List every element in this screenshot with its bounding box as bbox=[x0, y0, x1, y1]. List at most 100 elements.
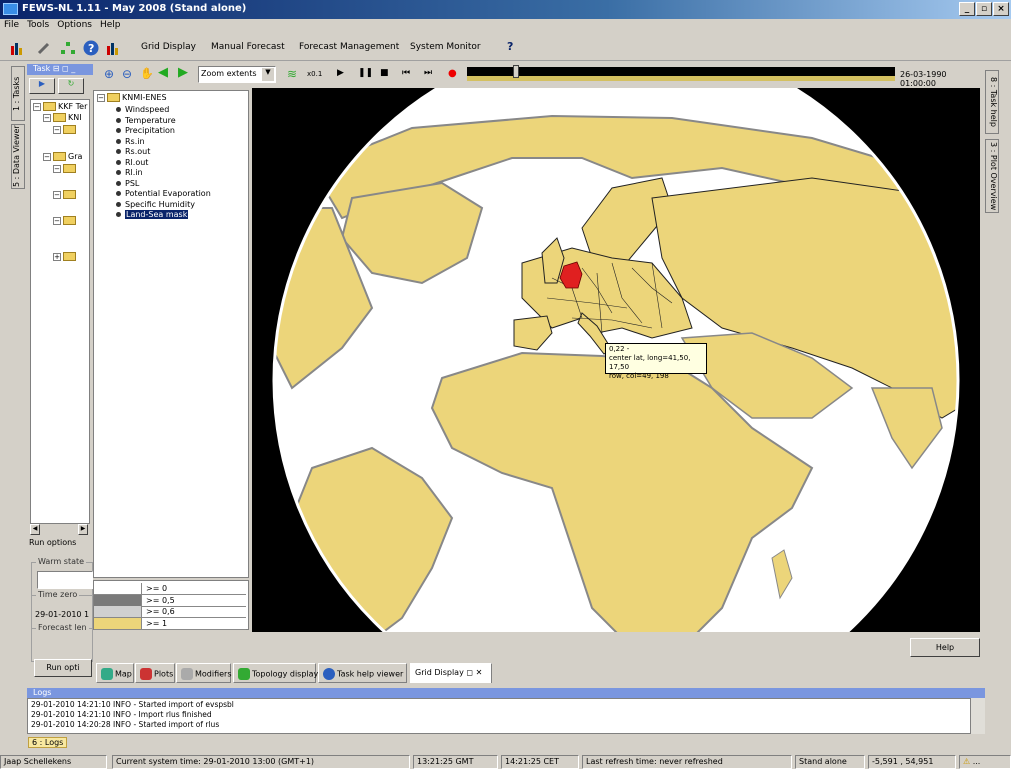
system-monitor-button[interactable]: System Monitor bbox=[410, 42, 481, 52]
parameter-item[interactable]: Potential Evaporation bbox=[116, 189, 211, 198]
tab-task-help[interactable]: 8 : Task help bbox=[985, 70, 999, 134]
menu-options[interactable]: Options bbox=[53, 19, 96, 31]
animate-icon[interactable]: ≋ bbox=[287, 67, 297, 81]
legend-swatch bbox=[94, 583, 142, 594]
window-title: FEWS-NL 1.11 - May 2008 (Stand alone) bbox=[22, 3, 247, 14]
status-warning-text: ... bbox=[972, 757, 981, 766]
menu-file[interactable]: File bbox=[0, 19, 23, 31]
bullet-icon bbox=[116, 159, 121, 165]
scroll-right-button[interactable]: ▶ bbox=[78, 524, 88, 535]
topology-icon[interactable] bbox=[60, 40, 76, 56]
scroll-left-button[interactable]: ◀ bbox=[30, 524, 40, 535]
pause-icon[interactable]: ❚❚ bbox=[358, 68, 373, 78]
parameter-label: Rl.out bbox=[125, 157, 149, 167]
minimize-button[interactable]: _ bbox=[959, 2, 975, 16]
stop-icon[interactable]: ■ bbox=[380, 68, 389, 78]
tree-node-sub5[interactable]: + bbox=[53, 252, 78, 261]
parameter-label: Precipitation bbox=[125, 126, 176, 135]
tree-node-sub4[interactable]: − bbox=[53, 216, 78, 225]
log-line: 29-01-2010 14:20:28 INFO - Started impor… bbox=[31, 720, 220, 729]
tooltip-line-2: center lat, long=41,50, 17,50 bbox=[609, 354, 691, 371]
refresh-task-button[interactable]: ↻ bbox=[58, 78, 84, 94]
tab-data-viewer[interactable]: 5 : Data Viewer bbox=[11, 124, 25, 189]
parameter-item[interactable]: Precipitation bbox=[116, 126, 175, 135]
help-button[interactable]: Help bbox=[910, 638, 980, 657]
tree-node-kkf[interactable]: − KKF Ter bbox=[33, 102, 87, 111]
back-arrow-icon[interactable]: ◀ bbox=[158, 65, 168, 80]
forward-arrow-icon[interactable]: ▶ bbox=[178, 65, 188, 80]
restore-icon[interactable]: ◻ bbox=[466, 668, 473, 677]
chart-icon[interactable] bbox=[10, 40, 26, 56]
help-question-icon[interactable]: ? bbox=[507, 40, 513, 53]
run-options-button[interactable]: Run opti bbox=[34, 659, 92, 677]
zoom-in-icon[interactable]: ⊕ bbox=[104, 67, 114, 81]
help-tab-icon bbox=[323, 668, 335, 680]
run-task-button[interactable]: ▶ bbox=[29, 78, 55, 94]
tab-map[interactable]: Map bbox=[96, 663, 134, 683]
time-slider-track[interactable] bbox=[467, 67, 895, 76]
zoom-out-icon[interactable]: ⊖ bbox=[122, 67, 132, 81]
grid-display-button[interactable]: Grid Display bbox=[141, 42, 196, 52]
zoom-select-value: Zoom extents bbox=[201, 69, 257, 78]
status-warning[interactable]: ⚠ ... bbox=[959, 755, 1011, 769]
tree-node-sub2[interactable]: − bbox=[53, 164, 78, 173]
step-back-icon[interactable]: ⏮ bbox=[402, 68, 410, 78]
tab-tasks[interactable]: 1 : Tasks bbox=[11, 66, 25, 121]
menu-help[interactable]: Help bbox=[96, 19, 125, 31]
parameter-item[interactable]: Rl.out bbox=[116, 158, 148, 167]
tab-plots[interactable]: Plots bbox=[135, 663, 175, 683]
legend-row: >= 1 bbox=[94, 617, 246, 630]
tab-grid-display[interactable]: Grid Display ◻ ✕ bbox=[410, 663, 492, 683]
wrench-icon[interactable] bbox=[36, 40, 52, 56]
parameter-item[interactable]: Specific Humidity bbox=[116, 200, 195, 209]
tab-topology-display[interactable]: Topology display bbox=[233, 663, 318, 683]
parameter-item[interactable]: Rs.in bbox=[116, 137, 145, 146]
tree-node-sub3[interactable]: − bbox=[53, 190, 78, 199]
map-view[interactable]: 0,22 - center lat, long=41,50, 17,50 row… bbox=[252, 88, 980, 632]
step-forward-icon[interactable]: ⏭ bbox=[424, 68, 432, 78]
parameter-item[interactable]: Rl.in bbox=[116, 168, 143, 177]
time-slider-thumb[interactable] bbox=[513, 65, 519, 78]
tab-task-help-viewer[interactable]: Task help viewer bbox=[318, 663, 407, 683]
forecast-management-button[interactable]: Forecast Management bbox=[299, 42, 399, 52]
parameter-item[interactable]: Temperature bbox=[116, 116, 176, 125]
close-button[interactable]: × bbox=[993, 2, 1009, 16]
time-zero-value[interactable]: 29-01-2010 1 bbox=[35, 610, 89, 619]
status-refresh: Last refresh time: never refreshed bbox=[582, 755, 792, 769]
menu-bar: File Tools Options Help bbox=[0, 19, 1011, 35]
help-circle-icon[interactable]: ? bbox=[83, 40, 99, 56]
tree-node-gra[interactable]: − Gra bbox=[43, 152, 82, 161]
main-toolbar: ? Grid Display Manual Forecast Forecast … bbox=[0, 35, 1011, 61]
parameter-item[interactable]: Windspeed bbox=[116, 105, 169, 114]
plots-icon[interactable] bbox=[106, 40, 122, 56]
close-tab-icon[interactable]: ✕ bbox=[476, 668, 483, 677]
parameter-item[interactable]: Rs.out bbox=[116, 147, 150, 156]
speed-label[interactable]: x0.1 bbox=[307, 70, 322, 78]
tree-node-sub1[interactable]: − bbox=[53, 125, 78, 134]
task-tree-scrollbar[interactable]: ◀ ▶ bbox=[30, 523, 90, 535]
chevron-down-icon[interactable]: ▼ bbox=[262, 68, 274, 81]
menu-tools[interactable]: Tools bbox=[23, 19, 53, 31]
tree-node-knmi[interactable]: − KNI bbox=[43, 113, 82, 122]
manual-forecast-button[interactable]: Manual Forecast bbox=[211, 42, 285, 52]
forecast-length-label: Forecast len bbox=[36, 623, 89, 632]
bullet-icon bbox=[116, 212, 121, 217]
parameter-item[interactable]: PSL bbox=[116, 179, 139, 188]
tab-plot-overview[interactable]: 3 : Plot Overview bbox=[985, 139, 999, 213]
legend-row: >= 0,6 bbox=[94, 606, 246, 618]
bullet-icon bbox=[116, 138, 121, 144]
warm-state-field[interactable] bbox=[37, 571, 93, 589]
task-toolbar: ▶ ↻ bbox=[27, 76, 93, 96]
parameter-item[interactable]: Land-Sea mask bbox=[116, 210, 189, 219]
logs-scrollbar[interactable] bbox=[971, 698, 985, 734]
zoom-select[interactable]: Zoom extents ▼ bbox=[198, 66, 276, 83]
legend: >= 0 >= 0,5 >= 0,6 >= 1 bbox=[93, 580, 249, 630]
tab-logs[interactable]: 6 : Logs bbox=[28, 737, 68, 748]
wrench-tab-icon bbox=[181, 668, 193, 680]
pan-hand-icon[interactable]: ✋ bbox=[140, 67, 154, 80]
play-icon[interactable]: ▶ bbox=[337, 68, 344, 78]
tab-modifiers[interactable]: Modifiers bbox=[176, 663, 232, 683]
record-icon[interactable]: ● bbox=[448, 68, 457, 79]
maximize-button[interactable]: ▫ bbox=[976, 2, 992, 16]
tree-root-knmi-enes[interactable]: − KNMI-ENES bbox=[97, 93, 167, 102]
